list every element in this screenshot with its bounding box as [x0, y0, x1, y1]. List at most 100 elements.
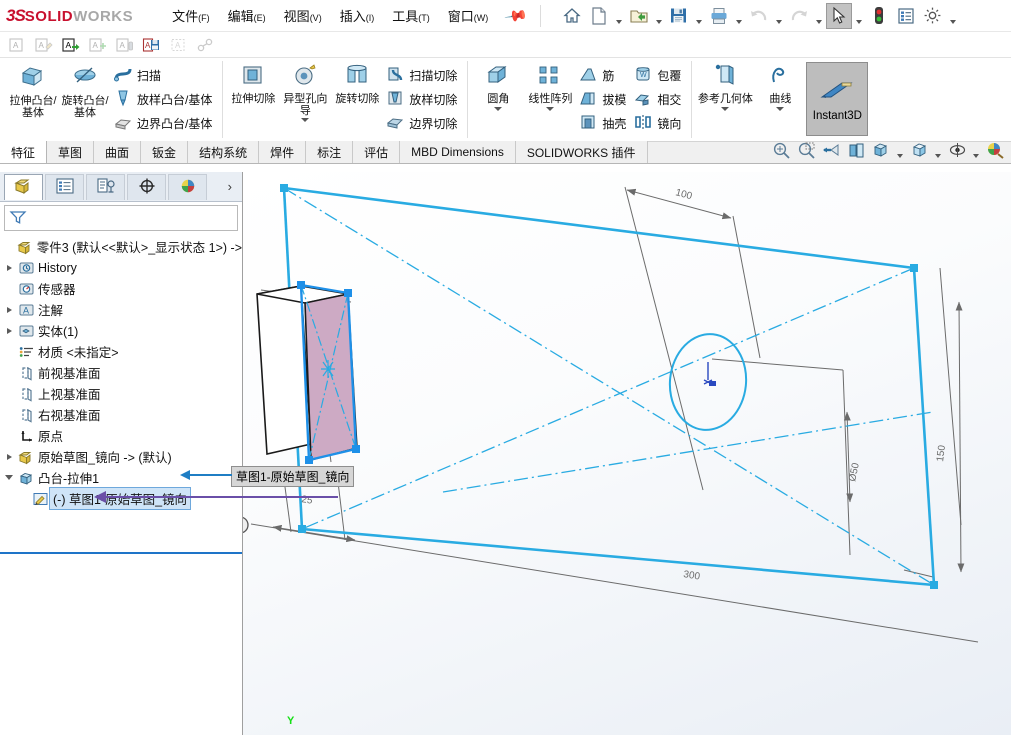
tree-item-right-plane[interactable]: 右视基准面 — [0, 404, 242, 425]
linear-pattern-dropdown-caret[interactable] — [525, 107, 575, 111]
tab-weldments[interactable]: 焊件 — [259, 141, 307, 163]
tab-annotation[interactable]: 标注 — [306, 141, 354, 163]
feature-tree-filter-input[interactable] — [27, 210, 237, 226]
save-icon[interactable] — [666, 3, 692, 29]
undo-icon[interactable] — [746, 3, 772, 29]
feature-manager-more-chevron[interactable]: › — [218, 179, 242, 194]
boundary-cut-button[interactable]: 边界切除 — [383, 111, 462, 135]
zoom-to-area-icon[interactable] — [794, 140, 818, 161]
sketch-name-callout[interactable]: 草图1-原始草图_镜向 — [231, 466, 355, 487]
tree-root-part[interactable]: 零件3 (默认<<默认>_显示状态 1>) -> — [0, 236, 242, 257]
tab-structure-system[interactable]: 结构系统 — [188, 141, 260, 163]
select-dropdown-caret[interactable] — [853, 3, 865, 29]
mirror-sketch-arrow[interactable] — [2, 446, 16, 467]
hole-wizard-button[interactable]: 异型孔向导 — [279, 60, 331, 122]
tree-item-origin[interactable]: 原点 — [0, 425, 242, 446]
display-style-dropdown-caret[interactable] — [932, 137, 944, 163]
revolved-boss-base-button[interactable]: 旋转凸台/基体 — [59, 60, 111, 119]
edit-appearance-icon[interactable] — [983, 140, 1007, 161]
rib-button[interactable]: 筋 — [576, 63, 631, 87]
boundary-boss-button[interactable]: 边界凸台/基体 — [111, 111, 217, 135]
mirror-button[interactable]: 镜向 — [631, 111, 686, 135]
print-icon[interactable] — [706, 3, 732, 29]
graphics-area[interactable]: 100 Ø50 150 25 300 50 — [243, 172, 1011, 735]
zoom-to-fit-icon[interactable] — [769, 140, 793, 161]
swept-boss-button[interactable]: 扫描 — [111, 63, 217, 87]
reference-geometry-button[interactable]: 参考几何体 — [696, 60, 754, 111]
previous-view-icon[interactable] — [819, 140, 843, 161]
wrap-button[interactable]: W 包覆 — [631, 63, 686, 87]
note-add-icon[interactable]: A — [85, 34, 109, 56]
view-orientation-icon[interactable] — [869, 140, 893, 161]
lofted-cut-button[interactable]: 放样切除 — [383, 87, 462, 111]
hole-wizard-dropdown-caret[interactable] — [280, 118, 330, 122]
menu-file[interactable]: 文件(F) — [163, 2, 219, 29]
fillet-dropdown-caret[interactable] — [473, 107, 523, 111]
annotations-arrow[interactable] — [2, 299, 16, 320]
note-new-icon[interactable]: A — [4, 34, 28, 56]
tree-item-top-plane[interactable]: 上视基准面 — [0, 383, 242, 404]
pushpin-icon[interactable]: 📌 — [496, 0, 538, 34]
note-edit-icon[interactable]: A — [31, 34, 55, 56]
tree-item-solid-bodies[interactable]: 实体(1) — [0, 320, 242, 341]
file-properties-icon[interactable] — [893, 3, 919, 29]
select-cursor-icon[interactable] — [825, 2, 852, 29]
menu-view[interactable]: 视图(V) — [275, 2, 331, 29]
home-icon[interactable] — [559, 3, 585, 29]
note-save-icon[interactable]: A — [139, 34, 163, 56]
property-manager-tab[interactable] — [45, 173, 84, 200]
note-insert-icon[interactable]: A — [58, 34, 82, 56]
shell-button[interactable]: 抽壳 — [576, 111, 631, 135]
display-manager-tab[interactable] — [168, 173, 207, 200]
revolved-cut-button[interactable]: 旋转切除 — [331, 60, 383, 106]
solid-bodies-arrow[interactable] — [2, 320, 16, 341]
tab-evaluate[interactable]: 评估 — [353, 141, 401, 163]
new-document-dropdown-caret[interactable] — [613, 3, 625, 29]
boss-extrude1-arrow[interactable] — [2, 467, 16, 488]
extruded-boss-base-button[interactable]: 拉伸凸台/基体 — [7, 60, 59, 119]
menu-edit[interactable]: 编辑(E) — [219, 2, 275, 29]
linear-pattern-button[interactable]: 线性阵列 — [524, 60, 576, 111]
note-pattern-icon[interactable]: A — [166, 34, 190, 56]
print-dropdown-caret[interactable] — [733, 3, 745, 29]
tree-item-history[interactable]: History — [0, 257, 242, 278]
note-link-icon[interactable]: A — [112, 34, 136, 56]
curves-dropdown-caret[interactable] — [755, 107, 805, 111]
tree-item-annotations[interactable]: A 注解 — [0, 299, 242, 320]
options-gear-icon[interactable] — [920, 3, 946, 29]
tab-features[interactable]: 特征 — [0, 141, 48, 163]
undo-dropdown-caret[interactable] — [773, 3, 785, 29]
tree-item-front-plane[interactable]: 前视基准面 — [0, 362, 242, 383]
tab-solidworks-addins[interactable]: SOLIDWORKS 插件 — [515, 141, 648, 163]
rebuild-traffic-icon[interactable] — [866, 3, 892, 29]
feature-manager-tab[interactable] — [4, 173, 43, 200]
feature-tree-filter[interactable] — [4, 205, 238, 231]
options-dropdown-caret[interactable] — [947, 3, 959, 29]
tree-item-sensors[interactable]: 传感器 — [0, 278, 242, 299]
tab-sheetmetal[interactable]: 钣金 — [141, 141, 189, 163]
note-chain-icon[interactable] — [193, 34, 217, 56]
save-dropdown-caret[interactable] — [693, 3, 705, 29]
section-view-icon[interactable] — [844, 140, 868, 161]
hide-show-items-icon[interactable] — [945, 140, 969, 161]
tab-mbd-dimensions[interactable]: MBD Dimensions — [400, 141, 516, 163]
swept-cut-button[interactable]: 扫描切除 — [383, 63, 462, 87]
reference-geometry-dropdown-caret[interactable] — [697, 107, 753, 111]
menu-tools[interactable]: 工具(T) — [383, 2, 439, 29]
rollback-bar[interactable] — [0, 552, 242, 554]
view-orientation-dropdown-caret[interactable] — [894, 137, 906, 163]
tab-surfaces[interactable]: 曲面 — [94, 141, 142, 163]
open-folder-dropdown-caret[interactable] — [653, 3, 665, 29]
display-style-icon[interactable] — [907, 140, 931, 161]
new-document-icon[interactable] — [586, 3, 612, 29]
redo-icon[interactable] — [786, 3, 812, 29]
configuration-manager-tab[interactable] — [86, 173, 125, 200]
tree-item-material[interactable]: 材质 <未指定> — [0, 341, 242, 362]
history-arrow[interactable] — [2, 257, 16, 278]
tab-sketch[interactable]: 草图 — [47, 141, 95, 163]
intersect-button[interactable]: 相交 — [631, 87, 686, 111]
tree-item-mirror-sketch-part[interactable]: 原始草图_镜向 -> (默认) — [0, 446, 242, 467]
menu-window[interactable]: 窗口(W) — [439, 2, 498, 29]
fillet-button[interactable]: 圆角 — [472, 60, 524, 111]
hide-show-dropdown-caret[interactable] — [970, 137, 982, 163]
